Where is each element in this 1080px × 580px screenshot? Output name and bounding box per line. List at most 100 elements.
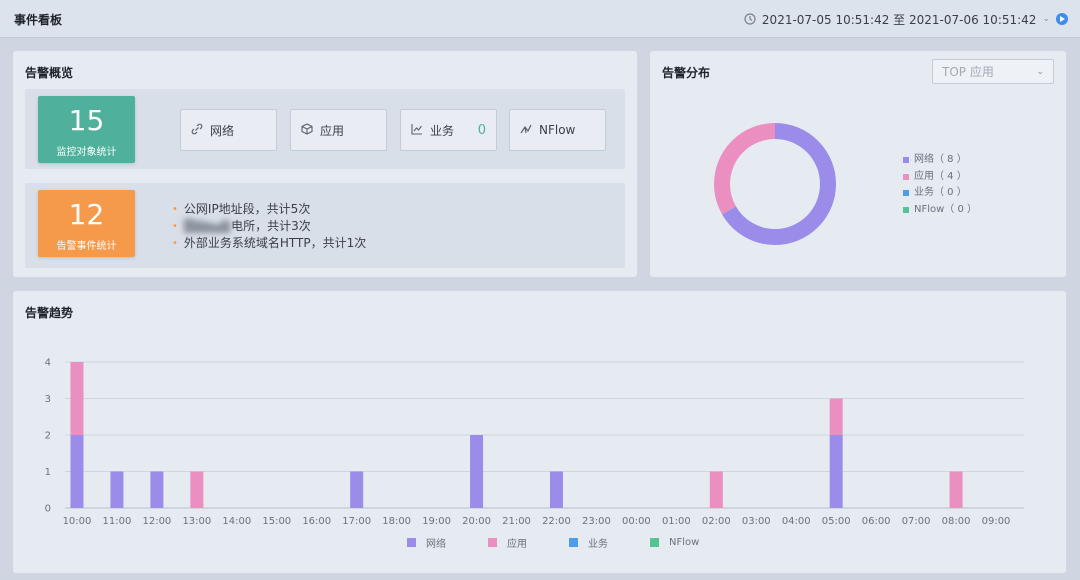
bar-segment[interactable] — [709, 471, 723, 509]
category-value: 0 — [477, 122, 486, 138]
bar-segment[interactable] — [70, 362, 84, 435]
category-label: 应用 — [320, 123, 345, 138]
alarm-count: 12 — [68, 198, 105, 231]
legend-item[interactable]: 网络 — [407, 535, 446, 550]
monitor-strip: 15 监控对象统计 网络 应用 业务 0 NFlow — [25, 89, 625, 169]
legend-swatch — [903, 206, 909, 213]
y-tick-label: 1 — [45, 467, 51, 478]
trend-bar-chart: 0 1 2 3 4 10:00 11:00 12:00 13:00 14:00 15:00 16:00… — [45, 358, 1024, 527]
cube-icon — [301, 122, 315, 138]
date-range-picker[interactable]: 2021-07-05 10:51:42 至 2021-07-06 10:51:4… — [744, 9, 1068, 29]
x-tick-label: 13:00 — [182, 516, 211, 527]
legend-item[interactable]: NFlow — [650, 535, 699, 550]
trend-icon — [411, 123, 425, 138]
monitor-count-label: 监控对象统计 — [56, 147, 117, 158]
y-tick-label: 2 — [45, 431, 51, 442]
top-bar: 事件看板 2021-07-05 10:51:42 至 2021-07-06 10… — [0, 0, 1080, 38]
x-tick-label: 14:00 — [222, 516, 251, 527]
bar-segment[interactable] — [829, 398, 843, 436]
event-list: • 公网IP地址段，共计5次 • █▇▆▅▇ 电所，共计3次 • 外部业务系统域名HTT… — [172, 201, 366, 252]
x-tick-label: 00:00 — [622, 516, 651, 527]
top-filter-select[interactable]: TOP 应用 ⌄ — [932, 59, 1054, 84]
page-title: 事件看板 — [14, 13, 63, 27]
event-item[interactable]: • █▇▆▅▇ 电所，共计3次 — [172, 218, 366, 235]
bullet-icon: • — [172, 238, 178, 249]
legend-swatch — [569, 538, 578, 547]
legend-item[interactable]: 网络（ 8 ） — [903, 152, 977, 169]
y-tick-label: 4 — [45, 358, 51, 369]
monitor-count: 15 — [68, 104, 105, 137]
bar-segment[interactable] — [949, 471, 963, 509]
category-label: 网络 — [210, 123, 235, 138]
bar-segment[interactable] — [70, 435, 84, 508]
event-item[interactable]: • 外部业务系统域名HTTP，共计1次 — [172, 235, 366, 252]
x-tick-label: 21:00 — [502, 516, 531, 527]
bar-segment[interactable] — [470, 435, 484, 508]
bar-segment[interactable] — [150, 471, 164, 509]
legend-swatch — [650, 538, 659, 547]
legend-swatch — [903, 173, 909, 180]
legend-swatch — [903, 157, 909, 164]
x-tick-label: 02:00 — [702, 516, 731, 527]
x-tick-label: 17:00 — [342, 516, 371, 527]
x-tick-label: 08:00 — [942, 516, 971, 527]
category-label: NFlow — [539, 123, 576, 137]
trend-legend: 网络 应用 业务 NFlow — [407, 535, 699, 550]
x-tick-label: 05:00 — [822, 516, 851, 527]
x-tick-label: 10:00 — [63, 516, 92, 527]
x-tick-label: 16:00 — [302, 516, 331, 527]
bar-segment[interactable] — [190, 471, 204, 509]
alarm-distribution-panel: 告警分布 TOP 应用 ⌄ 网络（ 8 ） 应用（ 4 ） 业务（ 0 ） NF… — [650, 51, 1066, 277]
bar-segment[interactable] — [829, 435, 843, 508]
alarm-overview-panel: 告警概览 15 监控对象统计 网络 应用 业务 0 NFlow 12 告警事件统… — [13, 51, 637, 277]
x-tick-label: 20:00 — [462, 516, 491, 527]
x-tick-label: 15:00 — [262, 516, 291, 527]
monitor-count-card[interactable]: 15 监控对象统计 — [38, 96, 135, 163]
bar-segment[interactable] — [549, 471, 563, 509]
legend-swatch — [407, 538, 416, 547]
play-icon[interactable] — [1056, 13, 1068, 25]
category-card-application[interactable]: 应用 — [290, 109, 387, 151]
category-card-business[interactable]: 业务 0 — [400, 109, 497, 151]
distribution-legend: 网络（ 8 ） 应用（ 4 ） 业务（ 0 ） NFlow（ 0 ） — [903, 152, 977, 218]
category-card-network[interactable]: 网络 — [180, 109, 277, 151]
bar-segment[interactable] — [350, 471, 364, 509]
legend-item[interactable]: 业务（ 0 ） — [903, 185, 977, 202]
legend-swatch — [488, 538, 497, 547]
x-tick-label: 09:00 — [982, 516, 1011, 527]
x-tick-label: 07:00 — [902, 516, 931, 527]
date-range-text: 2021-07-05 10:51:42 至 2021-07-06 10:51:4… — [761, 12, 1037, 27]
chevron-down-icon: ⌄ — [1042, 14, 1050, 24]
bullet-icon: • — [172, 221, 178, 232]
x-tick-label: 18:00 — [382, 516, 411, 527]
x-tick-label: 19:00 — [422, 516, 451, 527]
link-icon — [191, 123, 205, 138]
legend-swatch — [903, 190, 909, 197]
legend-item[interactable]: 应用（ 4 ） — [903, 169, 977, 186]
bar-segment[interactable] — [110, 471, 124, 509]
chevron-down-icon: ⌄ — [1036, 66, 1044, 77]
legend-item[interactable]: 业务 — [569, 535, 608, 550]
category-card-nflow[interactable]: NFlow — [509, 109, 606, 151]
select-value: TOP 应用 — [942, 65, 994, 79]
panel-title: 告警概览 — [25, 66, 74, 80]
alarm-strip: 12 告警事件统计 • 公网IP地址段，共计5次 • █▇▆▅▇ 电所，共计3次 • 外… — [25, 183, 625, 268]
x-tick-label: 22:00 — [542, 516, 571, 527]
x-tick-label: 01:00 — [662, 516, 691, 527]
alarm-count-card[interactable]: 12 告警事件统计 — [38, 190, 135, 257]
event-item[interactable]: • 公网IP地址段，共计5次 — [172, 201, 366, 218]
x-tick-label: 11:00 — [103, 516, 132, 527]
panel-title: 告警分布 — [662, 66, 711, 80]
flow-icon — [520, 123, 534, 138]
x-tick-label: 23:00 — [582, 516, 611, 527]
x-tick-label: 03:00 — [742, 516, 771, 527]
x-tick-label: 12:00 — [142, 516, 171, 527]
y-tick-label: 3 — [45, 394, 51, 405]
x-tick-label: 04:00 — [782, 516, 811, 527]
donut-chart — [714, 123, 836, 245]
legend-item[interactable]: 应用 — [488, 535, 527, 550]
clock-icon — [744, 13, 756, 25]
category-label: 业务 — [430, 123, 455, 138]
x-tick-label: 06:00 — [862, 516, 891, 527]
legend-item[interactable]: NFlow（ 0 ） — [903, 202, 977, 219]
